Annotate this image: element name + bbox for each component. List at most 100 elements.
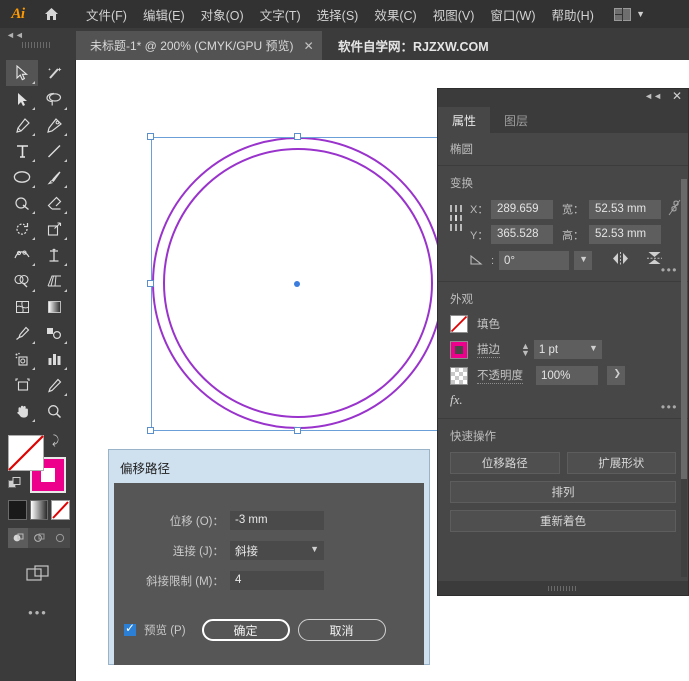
selection-handle-bottom-left[interactable] — [147, 427, 154, 434]
default-fill-stroke-icon[interactable] — [8, 477, 22, 491]
arrange-button[interactable]: 排列 — [450, 481, 676, 503]
mesh-tool[interactable] — [6, 294, 38, 320]
cancel-button[interactable]: 取消 — [297, 619, 386, 641]
stroke-width-input[interactable]: 1 pt — [533, 340, 584, 359]
swap-fill-stroke-icon[interactable]: ⤸ — [52, 433, 59, 448]
ref-point-tl[interactable] — [450, 205, 452, 212]
height-input[interactable]: 52.53 mm — [589, 225, 661, 244]
gradient-swatch-button[interactable] — [29, 500, 48, 520]
menu-item-object[interactable]: 对象(O) — [193, 0, 252, 28]
selection-tool[interactable] — [6, 60, 38, 86]
menu-item-type[interactable]: 文字(T) — [252, 0, 309, 28]
panel-collapse-icon[interactable]: ◄◄ — [644, 91, 662, 101]
join-select[interactable]: 斜接 ▼ — [230, 541, 324, 560]
eraser-tool[interactable] — [38, 190, 70, 216]
hand-tool[interactable] — [6, 398, 38, 424]
workspace-switcher[interactable]: ▼ — [608, 0, 651, 28]
ref-point-bl[interactable] — [450, 224, 452, 231]
more-tools-button[interactable]: ••• — [0, 605, 76, 620]
stroke-width-dropdown[interactable]: ▼ — [583, 340, 602, 359]
panel-close-icon[interactable]: ✕ — [672, 89, 682, 103]
x-input[interactable]: 289.659 — [491, 199, 553, 219]
ref-point-tc[interactable] — [455, 205, 457, 212]
offset-path-button[interactable]: 位移路径 — [450, 452, 560, 474]
eyedropper-tool[interactable] — [6, 320, 38, 346]
menu-item-help[interactable]: 帮助(H) — [544, 0, 602, 28]
slice-tool[interactable] — [38, 372, 70, 398]
close-icon[interactable]: ✕ — [304, 39, 314, 53]
width-tool[interactable] — [6, 242, 38, 268]
line-segment-tool[interactable] — [38, 138, 70, 164]
offset-input[interactable]: -3 mm — [230, 511, 324, 530]
rotation-dropdown[interactable]: ▼ — [574, 251, 592, 270]
home-icon[interactable] — [36, 0, 66, 28]
tab-layers[interactable]: 图层 — [490, 107, 543, 133]
flip-horizontal-icon[interactable] — [611, 251, 630, 270]
menu-item-file[interactable]: 文件(F) — [78, 0, 135, 28]
fill-swatch-button[interactable] — [450, 315, 468, 333]
panel-scrollbar[interactable] — [681, 179, 687, 577]
toolbar-drag-handle[interactable] — [22, 42, 52, 48]
pen-tool[interactable] — [6, 112, 38, 138]
miter-input[interactable]: 4 — [230, 571, 324, 590]
flip-vertical-icon[interactable] — [647, 250, 662, 271]
color-swatch-button[interactable] — [8, 500, 27, 520]
tab-properties[interactable]: 属性 — [438, 107, 491, 133]
ref-point-tr[interactable] — [460, 205, 462, 212]
ref-point-center[interactable] — [455, 214, 457, 222]
shape-builder-tool[interactable] — [6, 268, 38, 294]
artboard-tool[interactable] — [6, 372, 38, 398]
ellipse-tool[interactable] — [6, 164, 38, 190]
ref-point-bc[interactable] — [455, 224, 457, 231]
opacity-expand[interactable]: ❯ — [607, 366, 625, 385]
gradient-tool[interactable] — [38, 294, 70, 320]
fill-swatch[interactable] — [8, 435, 44, 471]
menu-item-view[interactable]: 视图(V) — [425, 0, 483, 28]
panel-resize-handle[interactable] — [548, 586, 578, 591]
lasso-tool[interactable] — [38, 86, 70, 112]
panel-collapse-left[interactable]: ◄◄ — [0, 28, 76, 60]
zoom-tool[interactable] — [38, 398, 70, 424]
column-graph-tool[interactable] — [38, 346, 70, 372]
selection-handle-top-left[interactable] — [147, 133, 154, 140]
opacity-swatch[interactable] — [450, 366, 468, 385]
preview-checkbox[interactable] — [124, 621, 136, 636]
type-tool[interactable] — [6, 138, 38, 164]
stroke-width-stepper[interactable]: ▲ ▼ — [521, 341, 530, 357]
menu-item-effect[interactable]: 效果(C) — [366, 0, 424, 28]
selection-handle-left-middle[interactable] — [147, 280, 154, 287]
menu-item-select[interactable]: 选择(S) — [309, 0, 367, 28]
free-transform-tool[interactable] — [38, 242, 70, 268]
panel-scrollbar-thumb[interactable] — [681, 179, 687, 479]
draw-inside-icon[interactable] — [50, 528, 70, 548]
ref-point-br[interactable] — [460, 224, 462, 231]
blend-tool[interactable] — [38, 320, 70, 346]
selection-handle-bottom-center[interactable] — [294, 427, 301, 434]
shaper-tool[interactable] — [6, 190, 38, 216]
direct-selection-tool[interactable] — [6, 86, 38, 112]
ref-point-mr[interactable] — [460, 214, 462, 222]
none-swatch-button[interactable] — [51, 500, 70, 520]
scale-tool[interactable] — [38, 216, 70, 242]
appearance-more-options[interactable]: ••• — [661, 400, 678, 414]
magic-wand-tool[interactable] — [38, 60, 70, 86]
menu-item-window[interactable]: 窗口(W) — [482, 0, 543, 28]
recolor-button[interactable]: 重新着色 — [450, 510, 676, 532]
fx-button[interactable]: fx. — [450, 392, 676, 408]
rotation-input[interactable]: 0° — [499, 251, 569, 270]
y-input[interactable]: 365.528 — [491, 225, 553, 244]
reference-point-selector[interactable] — [450, 205, 462, 231]
curvature-tool[interactable] — [38, 112, 70, 138]
perspective-grid-tool[interactable] — [38, 268, 70, 294]
menu-item-edit[interactable]: 编辑(E) — [135, 0, 193, 28]
stroke-swatch-button[interactable] — [450, 340, 468, 359]
opacity-input[interactable]: 100% — [536, 366, 598, 385]
selection-handle-top-center[interactable] — [294, 133, 301, 140]
symbol-sprayer-tool[interactable] — [6, 346, 38, 372]
draw-behind-icon[interactable] — [29, 528, 49, 548]
screen-mode-icon[interactable] — [26, 565, 54, 587]
expand-shape-button[interactable]: 扩展形状 — [566, 452, 676, 474]
paintbrush-tool[interactable] — [38, 164, 70, 190]
width-input[interactable]: 52.53 mm — [589, 199, 661, 219]
transform-more-options[interactable]: ••• — [661, 263, 678, 277]
